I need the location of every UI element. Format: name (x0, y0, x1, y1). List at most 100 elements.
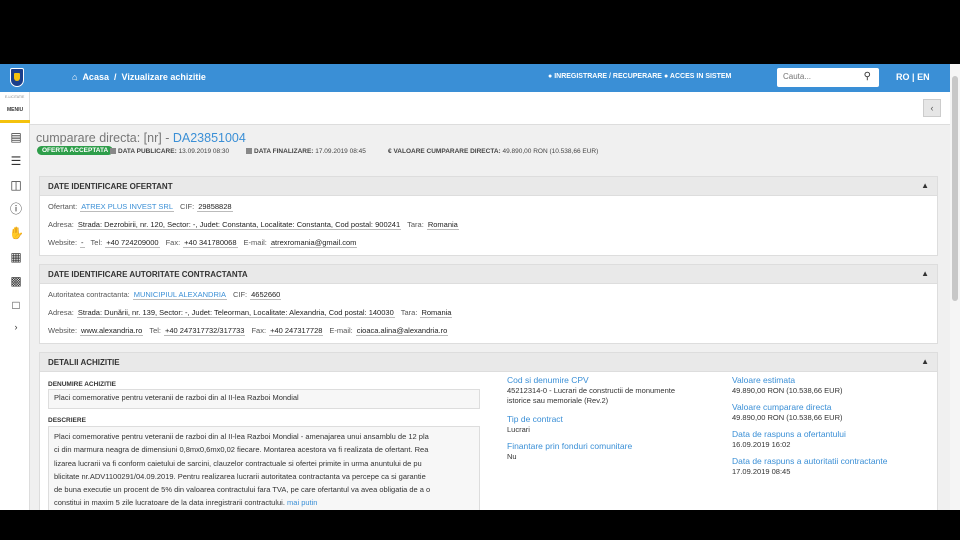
cpv-value-line: 45212314-0 - Lucrari de constructii de m… (507, 386, 676, 395)
email-label: E-mail: (243, 238, 267, 247)
tara-value: Romania (420, 308, 453, 318)
website-value: www.alexandria.ro (80, 326, 144, 336)
details-panel-header[interactable]: DETALII ACHIZITIE ▲ (40, 353, 937, 372)
scrollbar[interactable] (950, 64, 960, 510)
offerer-row-3: Website: - Tel: +40 724209000 Fax: +40 341780… (48, 238, 363, 248)
offerer-panel-title: DATE IDENTIFICARE OFERTANT (48, 182, 173, 191)
register-label: INREGISTRARE / RECUPERARE (554, 73, 662, 80)
ofertant-link[interactable]: ATREX PLUS INVEST SRL (80, 202, 175, 212)
website-label: Website: (48, 238, 78, 247)
authority-panel-title: DATE IDENTIFICARE AUTORITATE CONTRACTANT… (48, 270, 248, 279)
lang-ro[interactable]: RO (896, 72, 910, 82)
hand-money-icon[interactable]: ✋ (9, 226, 24, 240)
breadcrumb-home[interactable]: Acasa (82, 72, 109, 82)
status-badge: OFERTA ACCEPTATA (37, 146, 114, 155)
language-switch: RO | EN (896, 72, 930, 82)
tel-label: Tel: (90, 238, 103, 247)
tara-label: Tara: (400, 308, 418, 317)
scrollbar-thumb[interactable] (952, 76, 958, 301)
expand-icon[interactable]: › (9, 320, 23, 334)
authority-panel-header[interactable]: DATE IDENTIFICARE AUTORITATE CONTRACTANT… (40, 265, 937, 284)
denumire-label: DENUMIRE ACHIZITIE (48, 381, 117, 388)
login-link[interactable]: ● ACCES IN SISTEM (664, 73, 731, 80)
authority-row-3: Website: www.alexandria.ro Tel: +40 2473177… (48, 326, 454, 336)
euro-icon: € (388, 148, 392, 155)
fax-label: Fax: (165, 238, 181, 247)
chat-icon[interactable]: □ (9, 298, 23, 312)
descriere-line: constitui in maxim 5 zile lucratoare de … (54, 498, 285, 508)
lang-separator: | (912, 72, 915, 82)
home-icon[interactable]: ⌂ (72, 72, 77, 82)
cif-label: CIF: (232, 290, 248, 299)
purchase-value-label: VALOARE CUMPARARE DIRECTA: (393, 148, 501, 155)
website-value: - (80, 238, 85, 248)
adresa-value: Strada: Dezrobirii, nr. 120, Sector: -, … (76, 220, 402, 230)
search-icon[interactable]: ⚲ (864, 71, 871, 82)
authority-row-1: Autoritatea contractanta: MUNICIPIUL ALEX… (48, 290, 287, 300)
offerer-panel-header[interactable]: DATE IDENTIFICARE OFERTANT ▲ (40, 177, 937, 196)
website-label: Website: (48, 326, 78, 335)
adresa-label: Adresa: (48, 220, 74, 229)
eu-funding-label: Finantare prin fonduri comunitare (507, 441, 633, 451)
title-prefix: cumparare directa: [nr] - (36, 131, 173, 145)
authority-response-date-label: Data de raspuns a autoritatii contractan… (732, 456, 888, 466)
list-edit-icon[interactable]: ☰ (9, 154, 23, 168)
finalize-date: DATA FINALIZARE: 17.09.2019 08:45 (246, 148, 366, 155)
breadcrumb: ⌂ Acasa / Vizualizare achizitie (72, 72, 211, 82)
cpv-value-line: istorice sau memoriale (Rev.2) (507, 396, 609, 405)
email-value: atrexromania@gmail.com (269, 238, 358, 248)
breadcrumb-current: Vizualizare achizitie (121, 72, 206, 82)
purchase-value: € VALOARE CUMPARARE DIRECTA: 49.890,00 R… (388, 148, 598, 155)
catalog-icon[interactable]: ▩ (9, 274, 23, 288)
autoritate-link[interactable]: MUNICIPIUL ALEXANDRIA (132, 290, 227, 300)
direct-purchase-value: 49.890,00 RON (10.538,66 EUR) (732, 413, 843, 422)
show-less-link[interactable]: mai putin (287, 498, 317, 507)
adresa-value: Strada: Dunării, nr. 139, Sector: -, Jud… (76, 308, 395, 318)
descriere-label: DESCRIERE (48, 417, 86, 424)
fax-value: +40 341780068 (183, 238, 238, 248)
tara-value: Romania (426, 220, 459, 230)
descriere-field: Placi comemorative pentru veteranii de r… (48, 426, 480, 510)
tel-value: +40 724209000 (105, 238, 160, 248)
register-link[interactable]: ● INREGISTRARE / RECUPERARE (548, 73, 662, 80)
publish-value: 13.09.2019 08:30 (178, 148, 230, 155)
cif-value: 4652660 (250, 290, 282, 300)
calendar-icon (246, 148, 252, 154)
lang-en[interactable]: EN (917, 72, 930, 82)
direct-purchase-value-label: Valoare cumparare directa (732, 402, 832, 412)
authority-row-2: Adresa: Strada: Dunării, nr. 139, Sector:… (48, 308, 458, 318)
publish-label: DATA PUBLICARE: (118, 148, 177, 155)
logo[interactable] (10, 68, 24, 87)
estimated-value-label: Valoare estimata (732, 375, 796, 385)
sidebar-menu-label[interactable]: MENIU (7, 107, 23, 113)
tel-value: +40 247317732/317733 (164, 326, 246, 336)
sidebar-brand-label: E-LICITATIE (5, 95, 25, 99)
eu-funding-value: Nu (507, 452, 517, 461)
lock-icon: ● (664, 73, 669, 80)
id-card-icon[interactable]: ▦ (9, 250, 23, 264)
search-input[interactable] (783, 72, 859, 81)
purchase-value-amount: 49.890,00 RON (10.538,66 EUR) (502, 148, 599, 155)
shield-doc-icon[interactable]: ◫ (9, 178, 23, 192)
denumire-field: Placi comemorative pentru veteranii de r… (48, 389, 480, 409)
offerer-row-1: Ofertant: ATREX PLUS INVEST SRL CIF: 298588… (48, 202, 239, 212)
sub-toolbar: ‹ (30, 92, 950, 125)
chevron-up-icon[interactable]: ▲ (921, 357, 929, 366)
sidebar-active-indicator (0, 120, 30, 123)
document-icon[interactable]: ▤ (9, 130, 23, 144)
tel-label: Tel: (149, 326, 161, 335)
contract-type-value: Lucrari (507, 425, 530, 434)
descriere-line: ci din marmura neagra de dimensiuni 0,8m… (54, 445, 429, 455)
chevron-up-icon[interactable]: ▲ (921, 181, 929, 190)
email-label: E-mail: (329, 326, 353, 335)
collapse-button[interactable]: ‹ (923, 99, 941, 117)
cpv-value: 45212314-0 - Lucrari de constructii de m… (507, 386, 675, 406)
cpv-label: Cod si denumire CPV (507, 375, 589, 385)
finalize-value: 17.09.2019 08:45 (315, 148, 366, 155)
help-icon[interactable]: ⓘ (9, 202, 23, 216)
adresa-label: Adresa: (48, 308, 74, 317)
details-panel-title: DETALII ACHIZITIE (48, 358, 120, 367)
breadcrumb-separator: / (113, 72, 117, 82)
cif-value: 29858828 (197, 202, 233, 212)
chevron-up-icon[interactable]: ▲ (921, 269, 929, 278)
